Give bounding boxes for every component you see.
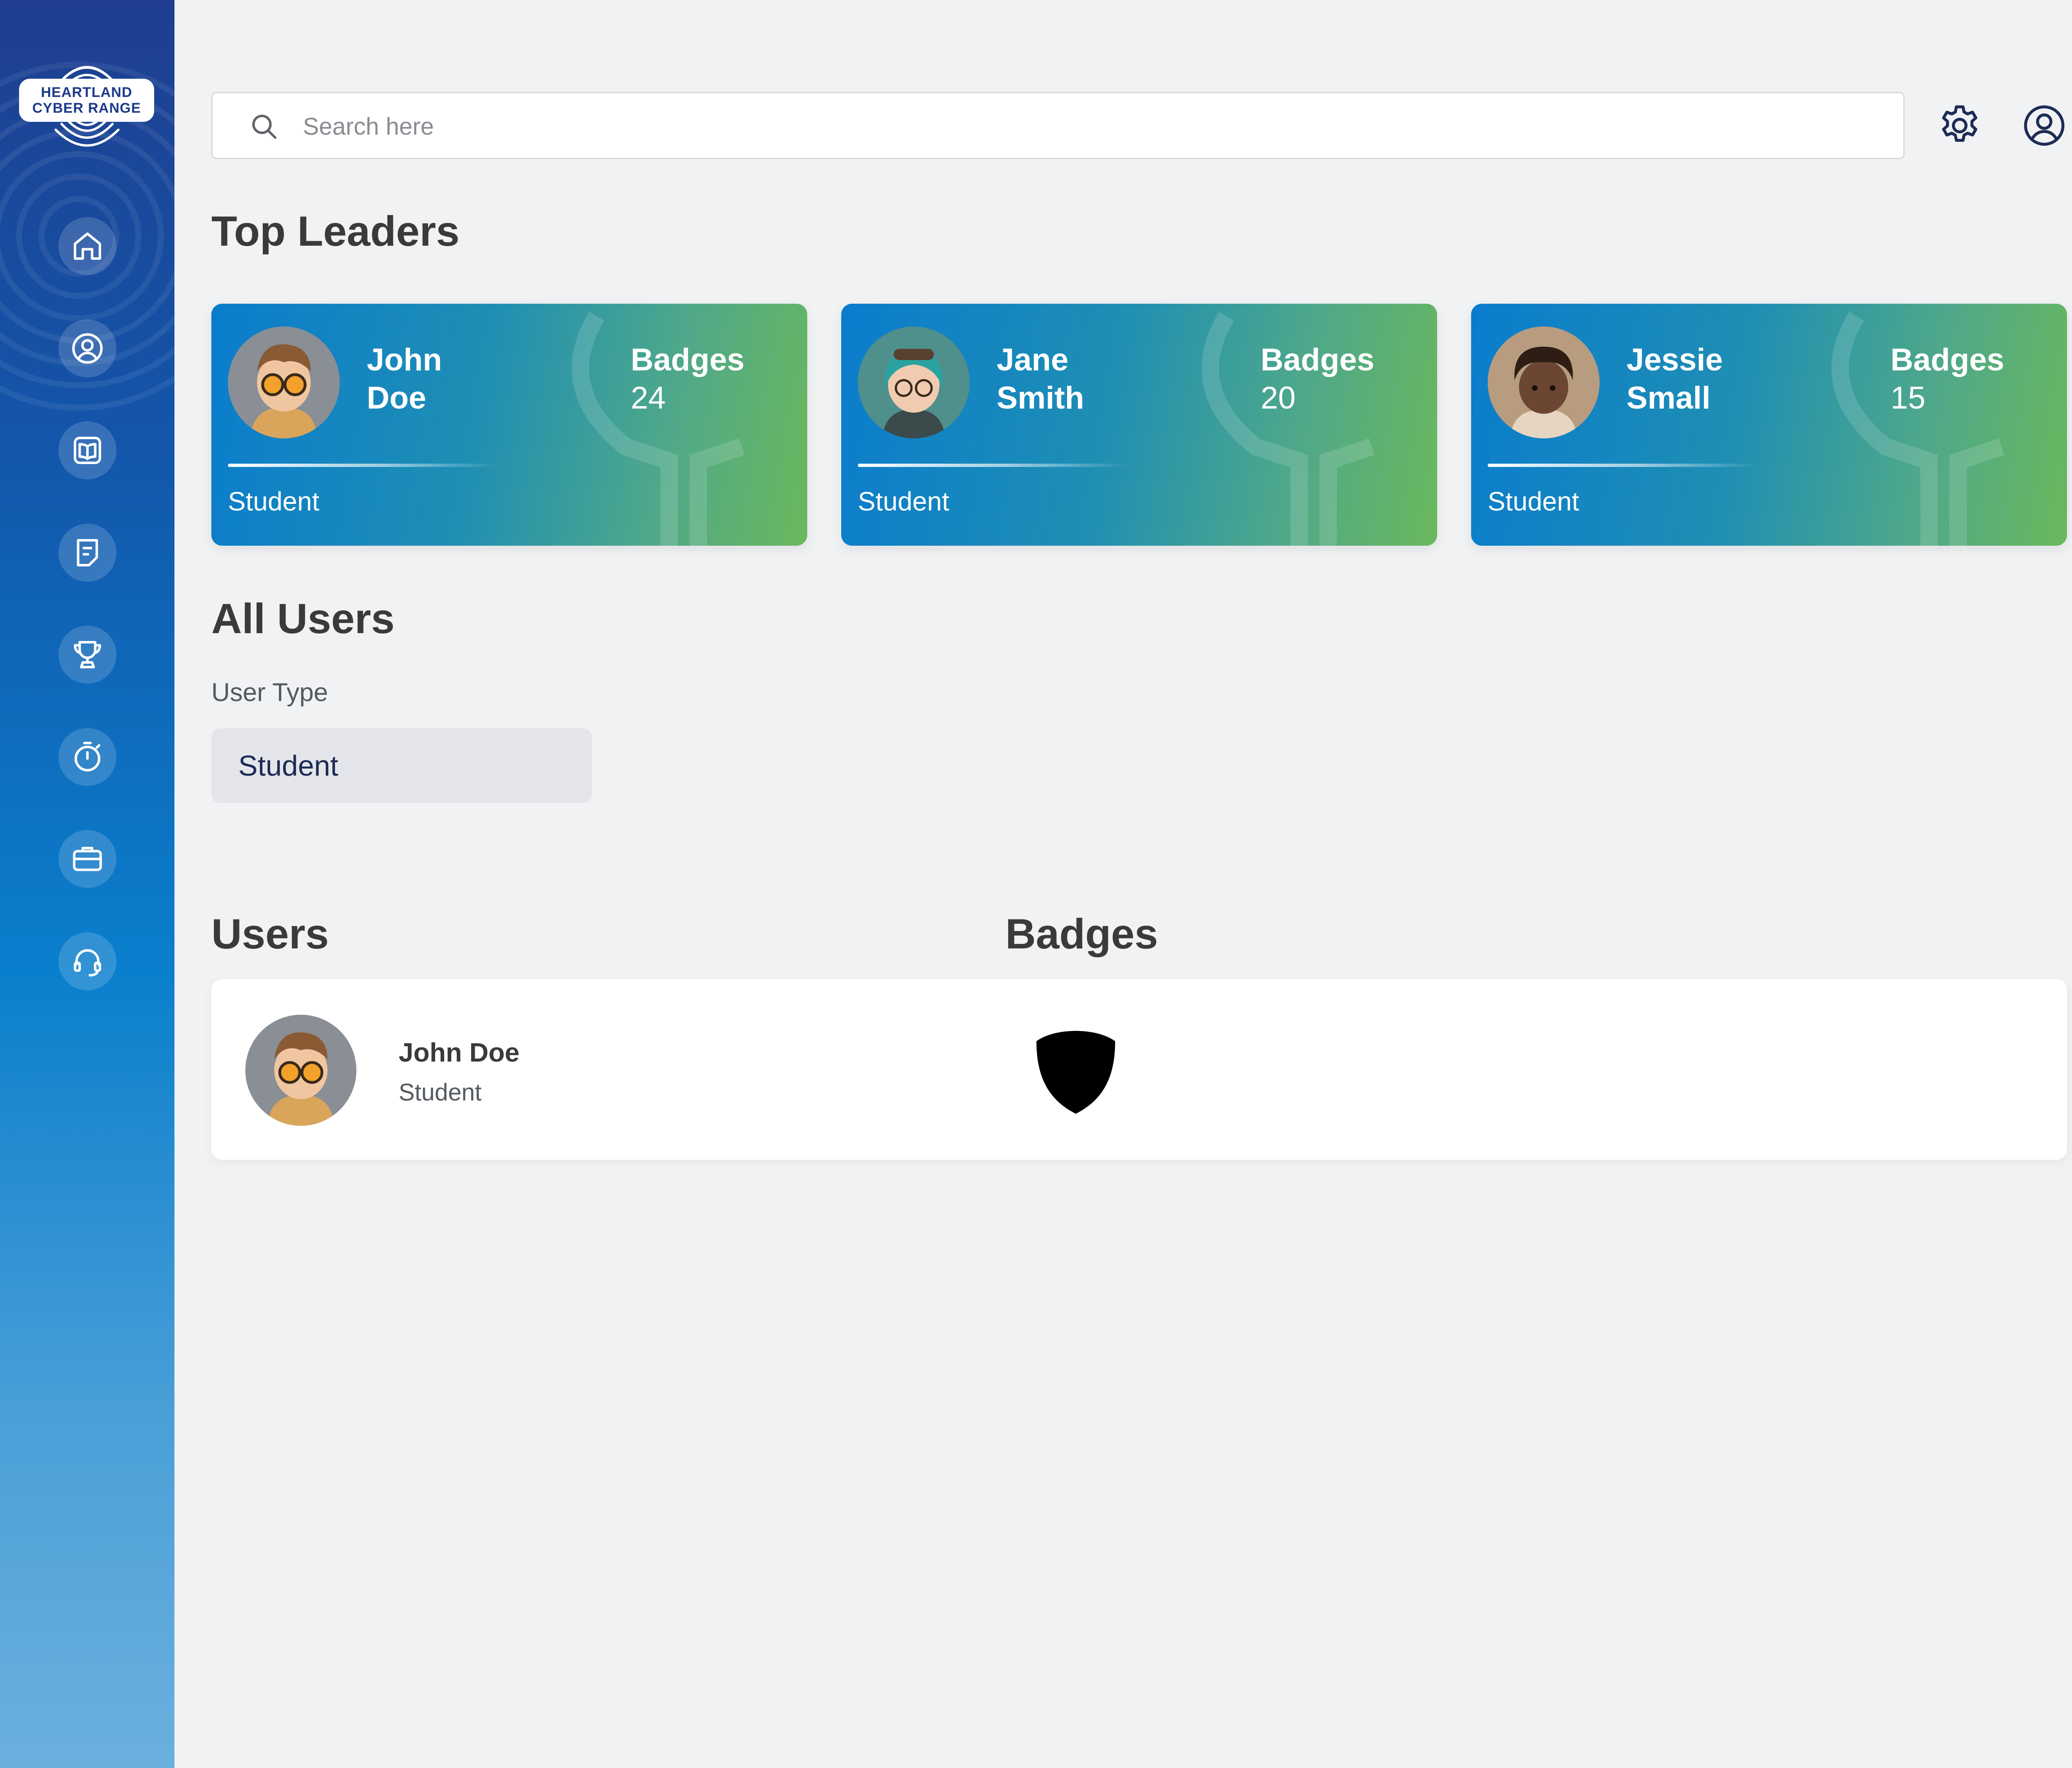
book-icon <box>74 437 101 464</box>
settings-button[interactable] <box>1936 102 1983 149</box>
top-leaders-title: Top Leaders <box>211 208 460 255</box>
user-type-label: User Type <box>211 678 328 707</box>
app-logo[interactable]: HEARTLAND CYBER RANGE <box>17 46 157 157</box>
badges-label: Badges <box>1890 342 2004 377</box>
leader-first-name: Jessie <box>1627 342 1723 377</box>
search-input[interactable] <box>302 107 1837 145</box>
sidebar-item-jobs[interactable] <box>58 830 116 888</box>
leader-first-name: Jane <box>997 342 1069 377</box>
leader-role: Student <box>1488 486 1579 516</box>
document-icon <box>77 539 98 566</box>
home-icon <box>74 232 101 260</box>
leader-card[interactable]: Jessie Small Badges 15 Student <box>1471 304 2067 546</box>
divider <box>228 464 497 467</box>
leader-card[interactable]: Jane Smith Badges 20 Student <box>841 304 1437 546</box>
user-type-value: Student <box>238 750 339 782</box>
briefcase-icon <box>73 847 102 871</box>
trophy-watermark-icon <box>1201 312 1375 546</box>
sidebar-item-courses[interactable] <box>58 421 116 479</box>
gear-icon <box>1942 105 1978 142</box>
badges-column-header: Badges <box>1005 910 1158 958</box>
leader-name: John Doe <box>367 341 533 417</box>
trophy-icon <box>74 641 101 668</box>
leader-last-name: Doe <box>367 380 426 416</box>
sidebar-item-support[interactable] <box>58 932 116 990</box>
avatar <box>858 327 970 438</box>
sidebar-item-documents[interactable] <box>58 524 116 582</box>
sidebar-item-timer[interactable] <box>58 728 116 786</box>
leader-last-name: Small <box>1627 380 1711 416</box>
avatar-boy-goggles-icon <box>228 327 340 438</box>
leader-name: Jane Smith <box>997 341 1162 417</box>
badges-label: Badges <box>631 342 745 377</box>
logo-text: HEARTLAND CYBER RANGE <box>19 79 154 122</box>
table-row[interactable]: John Doe Student <box>211 979 2067 1160</box>
leader-role: Student <box>858 486 949 516</box>
trophy-watermark-icon <box>1831 312 2004 546</box>
avatar <box>1488 327 1600 438</box>
user-name: John Doe <box>399 1038 520 1067</box>
profile-button[interactable] <box>2021 102 2068 149</box>
user-circle-icon <box>2024 105 2065 146</box>
stopwatch-icon <box>74 742 101 772</box>
trophy-watermark-icon <box>571 312 745 546</box>
avatar-girl-goggles-icon <box>858 327 970 438</box>
avatar <box>245 1015 356 1126</box>
leader-card[interactable]: John Doe Badges 24 Student <box>211 304 807 546</box>
avatar <box>228 327 340 438</box>
leader-first-name: John <box>367 342 442 377</box>
search-bar[interactable] <box>211 92 1905 159</box>
users-column-header: Users <box>211 910 329 958</box>
avatar-boy-goggles-icon <box>245 1015 356 1126</box>
search-icon <box>252 114 277 139</box>
sidebar: HEARTLAND CYBER RANGE <box>0 0 174 1768</box>
all-users-title: All Users <box>211 595 395 642</box>
leader-name: Jessie Small <box>1627 341 1792 417</box>
headset-icon <box>74 949 101 977</box>
badges-label: Badges <box>1261 342 1375 377</box>
divider <box>858 464 1127 467</box>
sidebar-item-profile[interactable] <box>58 319 116 377</box>
sidebar-item-home[interactable] <box>58 217 116 275</box>
user-role: Student <box>399 1079 482 1106</box>
sidebar-item-leaderboard[interactable] <box>58 626 116 684</box>
badges-count: 15 <box>1890 380 1926 416</box>
avatar-curly-hair-icon <box>1488 327 1600 438</box>
logo-line-2: CYBER RANGE <box>32 100 141 116</box>
user-type-select[interactable]: Student <box>211 728 592 803</box>
shield-icon <box>1036 1031 1115 1114</box>
badges-count: 24 <box>631 380 666 416</box>
leader-last-name: Smith <box>997 380 1084 416</box>
logo-line-1: HEARTLAND <box>41 85 133 100</box>
badges-count: 20 <box>1261 380 1296 416</box>
leader-role: Student <box>228 486 320 516</box>
user-circle-icon <box>72 333 103 364</box>
divider <box>1488 464 1757 467</box>
